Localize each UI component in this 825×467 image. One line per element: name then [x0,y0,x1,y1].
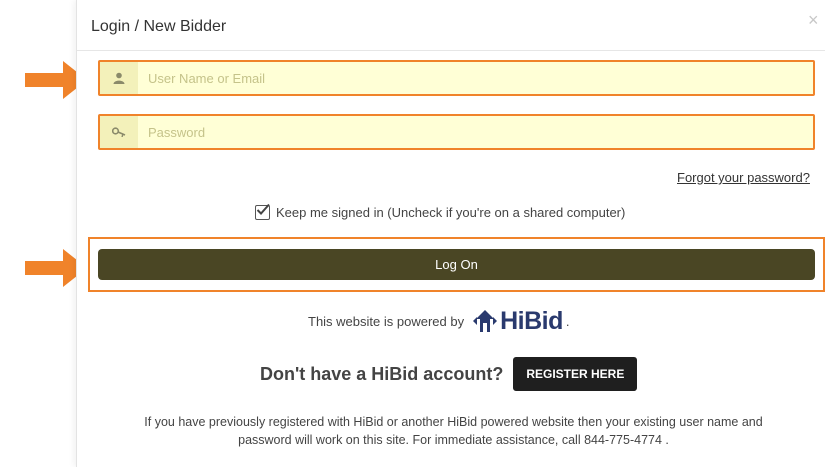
user-icon [100,62,138,94]
key-icon [100,116,138,148]
powered-by-text: This website is powered by [308,313,465,329]
hibid-logo-text: HiBid [500,306,563,335]
checkbox-checked-icon[interactable] [255,203,270,220]
hibid-house-icon [473,310,498,332]
close-icon[interactable]: × [808,11,819,29]
info-line-2: password will work on this site. For imm… [238,433,669,447]
remember-me-checkbox[interactable]: Keep me signed in (Uncheck if you're on … [255,203,626,220]
log-on-button[interactable]: Log On [98,249,815,280]
username-input[interactable] [138,62,813,94]
forgot-password-link[interactable]: Forgot your password? [677,170,810,185]
password-field[interactable] [98,114,815,150]
password-input[interactable] [138,116,813,148]
remember-me-label: Keep me signed in (Uncheck if you're on … [276,205,626,220]
hibid-logo[interactable]: HiBid [472,307,563,336]
modal-title: Login / New Bidder [91,18,227,35]
login-button-highlight: Log On [88,237,825,292]
register-row: Don't have a HiBid account? REGISTER HER… [260,357,638,391]
powered-by: This website is powered by HiBid . [308,306,569,336]
no-account-heading: Don't have a HiBid account? [260,363,504,384]
modal-header: Login / New Bidder × [77,0,825,51]
register-here-button[interactable]: REGISTER HERE [513,357,638,391]
powered-by-suffix: . [565,313,570,329]
info-line-1: If you have previously registered with H… [144,415,763,429]
info-text: If you have previously registered with H… [95,413,812,449]
username-field[interactable] [98,60,815,96]
login-modal: Login / New Bidder × Forgot your passwor… [76,0,825,467]
